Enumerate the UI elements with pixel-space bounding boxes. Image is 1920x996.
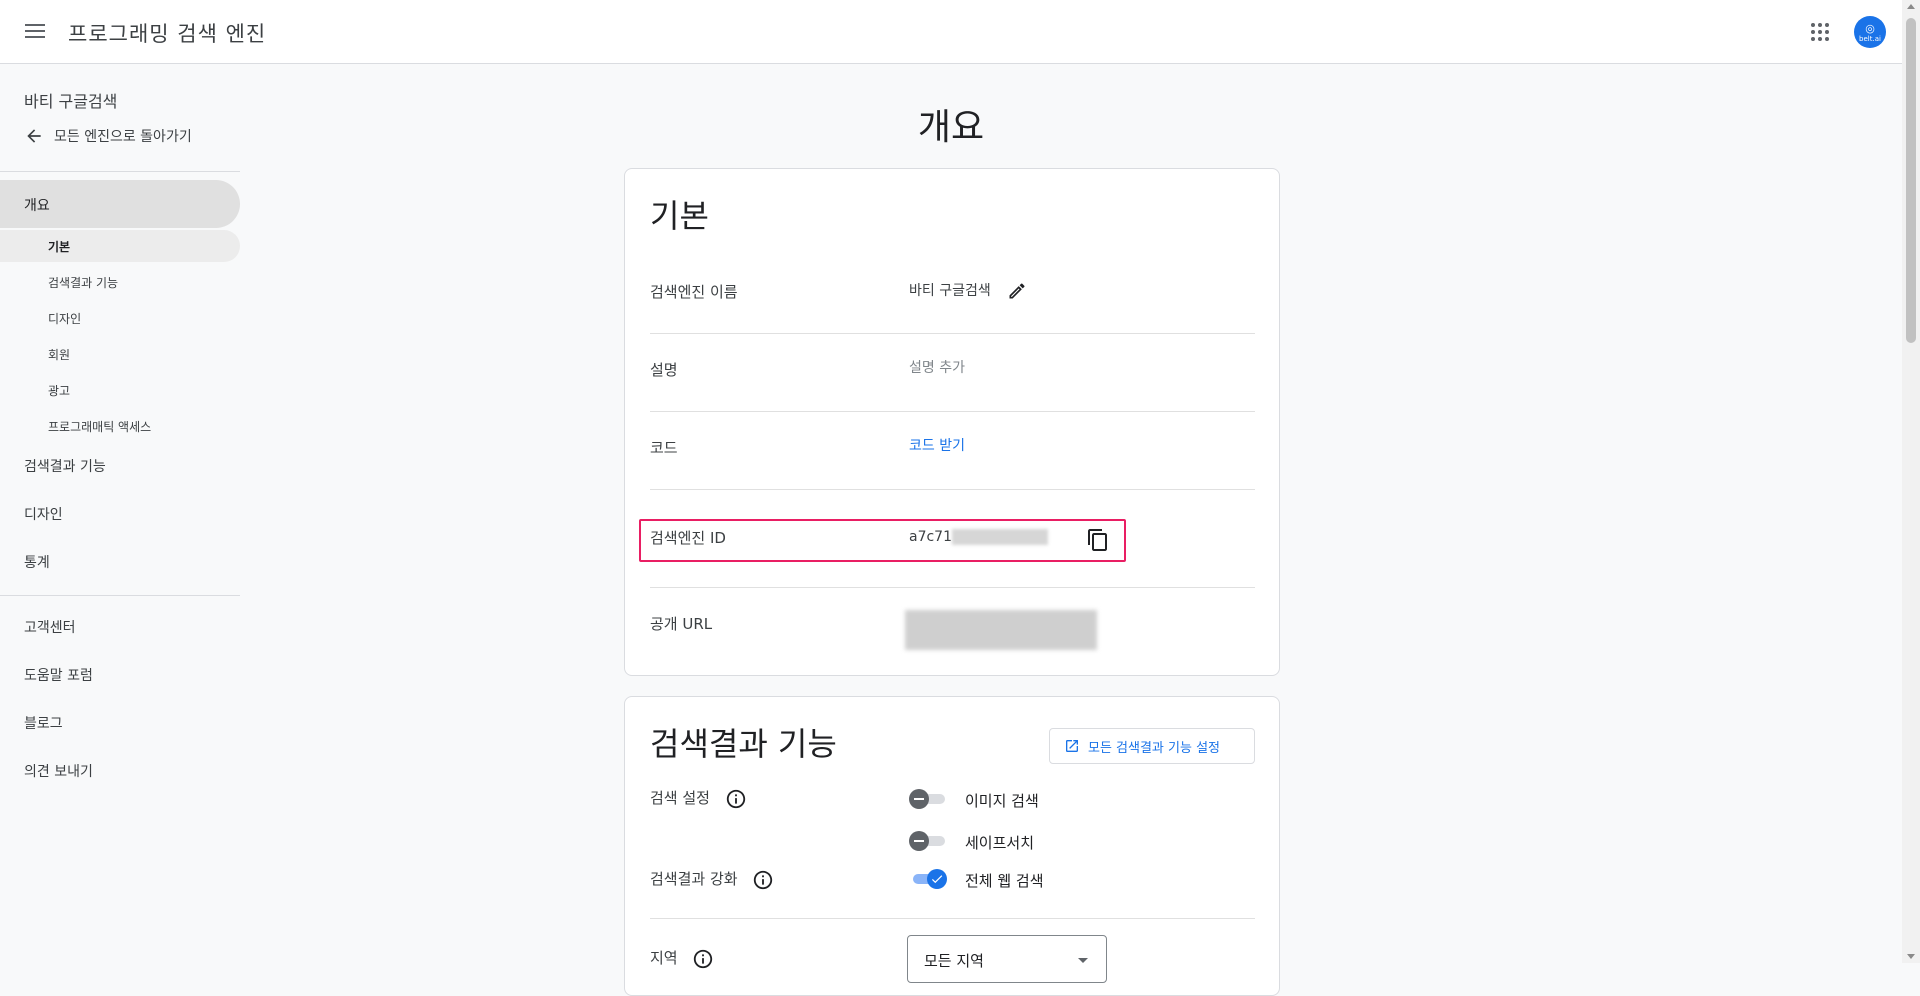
region-label: 지역 xyxy=(650,949,678,967)
description-label: 설명 xyxy=(650,361,678,379)
sidebar-subitem-members[interactable]: 회원 xyxy=(0,338,240,370)
region-select[interactable]: 모든 지역 xyxy=(907,935,1107,983)
search-settings-label: 검색 설정 xyxy=(650,789,710,807)
all-settings-button-label: 모든 검색결과 기능 설정 xyxy=(1088,740,1220,756)
toggle-off-icon xyxy=(909,789,929,809)
image-search-toggle[interactable] xyxy=(909,789,947,809)
basic-card: 기본 검색엔진 이름 바티 구글검색 설명 설명 추가 코드 코드 받기 검색엔… xyxy=(624,168,1280,676)
enhance-results-label-container: 검색결과 강화 xyxy=(650,868,774,891)
engine-id-redacted xyxy=(952,529,1048,545)
sidebar-subitem-basic[interactable]: 기본 xyxy=(0,230,240,262)
scroll-down-arrow-icon[interactable] xyxy=(1907,954,1915,959)
row-divider xyxy=(650,333,1255,334)
public-url-label: 공개 URL xyxy=(650,615,713,633)
search-features-card: 검색결과 기능 모든 검색결과 기능 설정 검색 설정 이미지 검색 세이프서치… xyxy=(624,696,1280,996)
sidebar-item-help-forum[interactable]: 도움말 포럼 xyxy=(24,665,93,685)
info-icon[interactable] xyxy=(752,869,774,891)
sidebar-item-overview[interactable]: 개요 xyxy=(0,180,240,228)
sidebar-item-help-center[interactable]: 고객센터 xyxy=(24,617,76,637)
engine-id-value: a7c71 xyxy=(909,529,952,545)
sidebar-subitem-ads[interactable]: 광고 xyxy=(0,374,240,406)
get-code-link[interactable]: 코드 받기 xyxy=(909,435,965,455)
toggle-off-icon xyxy=(909,831,929,851)
dropdown-arrow-icon xyxy=(1078,958,1088,963)
full-web-search-toggle[interactable] xyxy=(909,869,947,889)
scrollbar-thumb[interactable] xyxy=(1906,18,1916,343)
image-search-label: 이미지 검색 xyxy=(965,792,1039,810)
app-title: 프로그래밍 검색 엔진 xyxy=(68,22,267,46)
region-label-container: 지역 xyxy=(650,947,714,970)
basic-card-title: 기본 xyxy=(650,197,709,235)
enhance-results-label: 검색결과 강화 xyxy=(650,870,738,888)
sidebar-divider xyxy=(0,171,240,172)
menu-icon[interactable] xyxy=(22,20,48,44)
avatar-logo-icon: ◎ xyxy=(1865,22,1875,35)
region-select-value: 모든 지역 xyxy=(924,952,984,970)
arrow-back-icon xyxy=(27,129,41,143)
sidebar-subitem-label: 디자인 xyxy=(48,312,82,326)
page-title-container: 개요 xyxy=(240,98,1662,150)
sidebar-item-blog[interactable]: 블로그 xyxy=(24,713,63,733)
safesearch-label: 세이프서치 xyxy=(965,834,1035,852)
search-settings-label-container: 검색 설정 xyxy=(650,787,747,810)
sidebar-item-send-feedback[interactable]: 의견 보내기 xyxy=(24,761,93,781)
engine-id-label: 검색엔진 ID xyxy=(650,529,726,547)
row-divider xyxy=(650,489,1255,490)
scroll-up-arrow-icon[interactable] xyxy=(1907,4,1915,9)
back-to-all-engines-link[interactable]: 모든 엔진으로 돌아가기 xyxy=(24,126,192,146)
row-divider xyxy=(650,587,1255,588)
sidebar-subitem-search-features[interactable]: 검색결과 기능 xyxy=(0,266,240,298)
safesearch-toggle[interactable] xyxy=(909,831,947,851)
public-url-redacted[interactable] xyxy=(905,610,1097,650)
sidebar-subitem-label: 회원 xyxy=(48,348,71,362)
check-icon xyxy=(927,869,947,889)
sidebar-item-design[interactable]: 디자인 xyxy=(24,504,63,524)
full-web-search-label: 전체 웹 검색 xyxy=(965,872,1044,890)
all-search-features-settings-button[interactable]: 모든 검색결과 기능 설정 xyxy=(1049,728,1255,764)
sidebar-subitem-label: 검색결과 기능 xyxy=(48,276,119,290)
sidebar-subitem-label: 광고 xyxy=(48,384,71,398)
engine-name-value-container: 바티 구글검색 xyxy=(909,280,1027,301)
row-divider xyxy=(650,918,1255,919)
sidebar-subitem-label: 프로그래매틱 액세스 xyxy=(48,420,152,434)
sidebar-divider xyxy=(0,595,240,596)
add-description-field[interactable]: 설명 추가 xyxy=(909,357,965,377)
back-link-label: 모든 엔진으로 돌아가기 xyxy=(54,129,192,145)
engine-name-value: 바티 구글검색 xyxy=(909,283,991,299)
sidebar-item-search-features[interactable]: 검색결과 기능 xyxy=(24,456,106,476)
sidebar-item-statistics[interactable]: 통계 xyxy=(24,552,50,572)
info-icon[interactable] xyxy=(725,788,747,810)
page-title: 개요 xyxy=(917,107,985,148)
info-icon[interactable] xyxy=(692,948,714,970)
sidebar-subitem-design[interactable]: 디자인 xyxy=(0,302,240,334)
sidebar-item-label: 개요 xyxy=(24,198,50,214)
avatar-label: belt.ai xyxy=(1859,35,1881,43)
engine-id-value-container: a7c71 xyxy=(909,529,1048,545)
apps-grid-icon[interactable] xyxy=(1808,20,1832,44)
page-scrollbar[interactable] xyxy=(1902,0,1920,963)
sidebar-engine-name: 바티 구글검색 xyxy=(24,92,118,111)
sidebar-subitem-label: 기본 xyxy=(48,240,71,254)
edit-pencil-icon[interactable] xyxy=(1007,281,1027,301)
sidebar-subitem-programmatic-access[interactable]: 프로그래매틱 액세스 xyxy=(0,410,240,442)
copy-icon[interactable] xyxy=(1086,528,1110,552)
engine-name-label: 검색엔진 이름 xyxy=(650,283,738,301)
row-divider xyxy=(650,411,1255,412)
open-in-new-icon xyxy=(1066,740,1078,752)
search-features-card-title: 검색결과 기능 xyxy=(650,725,837,763)
code-label: 코드 xyxy=(650,439,678,457)
account-avatar[interactable]: ◎ belt.ai xyxy=(1854,16,1886,48)
top-app-bar: 프로그래밍 검색 엔진 ◎ belt.ai xyxy=(0,0,1902,64)
